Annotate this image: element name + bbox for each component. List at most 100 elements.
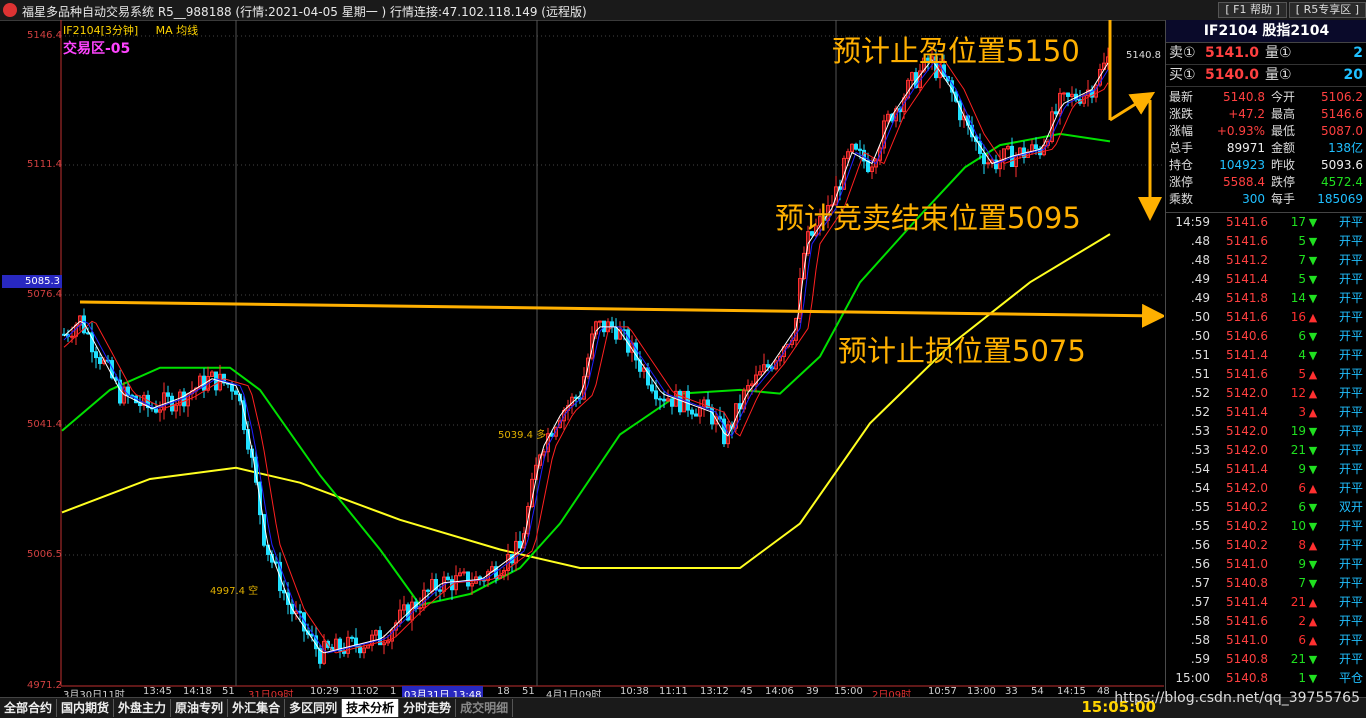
stat-row: 持仓 104923 昨收 5093.6 bbox=[1166, 157, 1366, 174]
stat-row: 最新 5140.8 今开 5106.2 bbox=[1166, 89, 1366, 106]
arrow-down-icon: ▼ bbox=[1308, 292, 1318, 305]
candle-body bbox=[426, 589, 430, 592]
candle-body bbox=[166, 392, 170, 397]
trade-flag: 开平 bbox=[1338, 329, 1363, 343]
x-axis-label: 14:15 bbox=[1057, 686, 1086, 697]
stat-value: 5146.6 bbox=[1321, 107, 1363, 121]
bid-qty-label: 量① bbox=[1265, 67, 1292, 83]
bid-row[interactable]: 买① 5140.0 量① 20 bbox=[1166, 65, 1366, 87]
candle-body bbox=[650, 384, 654, 392]
trade-volume: 5 bbox=[1298, 367, 1306, 381]
tab-2[interactable]: 外盘主力 bbox=[114, 699, 172, 717]
candle-body bbox=[982, 152, 986, 165]
stat-value: 5140.8 bbox=[1223, 90, 1265, 104]
trade-row: .53 5142.0 19 ▼ 开平 bbox=[1166, 422, 1366, 441]
trade-time: .50 bbox=[1190, 329, 1210, 343]
trade-price: 5141.4 bbox=[1226, 348, 1268, 362]
arrow-down-icon: ▼ bbox=[1308, 254, 1318, 267]
ask-row[interactable]: 卖① 5141.0 量① 2 bbox=[1166, 43, 1366, 65]
trade-flag: 开平 bbox=[1338, 386, 1363, 400]
tab-7[interactable]: 分时走势 bbox=[399, 699, 457, 717]
trade-price: 5141.0 bbox=[1226, 557, 1268, 571]
candle-body bbox=[466, 571, 470, 587]
tab-5[interactable]: 多区同列 bbox=[285, 699, 343, 717]
trade-price: 5140.8 bbox=[1226, 576, 1268, 590]
stat-key: 涨停 bbox=[1169, 175, 1194, 189]
trade-flag: 开平 bbox=[1338, 519, 1363, 533]
tick-trades-list: 14:59 5141.6 17 ▼ 开平 .48 5141.6 5 ▼ 开平 .48… bbox=[1166, 212, 1366, 688]
trade-flag: 开平 bbox=[1338, 310, 1363, 324]
r5-zone-button[interactable]: [ R5专享区 ] bbox=[1288, 2, 1366, 18]
candle-body bbox=[214, 371, 218, 391]
stat-row: 涨跌 +47.2 最高 5146.6 bbox=[1166, 106, 1366, 123]
trade-time: .50 bbox=[1190, 310, 1210, 324]
trade-time: .51 bbox=[1190, 367, 1210, 381]
trade-flag: 开平 bbox=[1338, 291, 1363, 305]
arrow-up-icon: ▲ bbox=[1308, 387, 1318, 400]
candle-body bbox=[438, 589, 442, 592]
arrow-up-icon: ▲ bbox=[1308, 615, 1318, 628]
trade-row: .56 5140.2 8 ▲ 开平 bbox=[1166, 536, 1366, 555]
x-axis-label: 11:02 bbox=[350, 686, 379, 697]
trade-row: .48 5141.2 7 ▼ 开平 bbox=[1166, 251, 1366, 270]
quote-panel: IF2104 股指2104 卖① 5141.0 量① 2 买① 5140.0 量… bbox=[1165, 20, 1366, 696]
trade-flag: 开平 bbox=[1338, 367, 1363, 381]
tab-8[interactable]: 成交明细 bbox=[456, 699, 514, 717]
tab-1[interactable]: 国内期货 bbox=[57, 699, 115, 717]
trade-price: 5141.4 bbox=[1226, 272, 1268, 286]
tab-3[interactable]: 原油专列 bbox=[171, 699, 229, 717]
trade-time: .55 bbox=[1190, 500, 1210, 514]
candle-body bbox=[154, 408, 158, 413]
stat-value: 89971 bbox=[1226, 141, 1265, 155]
trade-price: 5140.8 bbox=[1226, 652, 1268, 666]
candle-body bbox=[350, 636, 354, 639]
trade-time: .52 bbox=[1190, 386, 1210, 400]
trade-volume: 8 bbox=[1298, 538, 1306, 552]
trade-flag: 开平 bbox=[1338, 652, 1363, 666]
trade-flag: 开平 bbox=[1338, 462, 1363, 476]
trade-flag: 开平 bbox=[1338, 348, 1363, 362]
arrow-down-icon: ▼ bbox=[1308, 330, 1318, 343]
ask-price: 5141.0 bbox=[1205, 45, 1260, 61]
trade-price: 5141.8 bbox=[1226, 291, 1268, 305]
y-axis-label: 4971.2 bbox=[27, 680, 62, 691]
trade-row: .57 5140.8 7 ▼ 开平 bbox=[1166, 574, 1366, 593]
arrow-down-icon: ▼ bbox=[1308, 216, 1318, 229]
stat-value: 104923 bbox=[1219, 158, 1265, 172]
trade-volume: 12 bbox=[1290, 386, 1306, 400]
last-price-tag: 5140.8 bbox=[1126, 50, 1161, 61]
x-axis-label: 39 bbox=[806, 686, 819, 697]
trade-price: 5142.0 bbox=[1226, 424, 1268, 438]
candle-body bbox=[234, 390, 238, 395]
tab-0[interactable]: 全部合约 bbox=[0, 699, 58, 717]
arrow-up-icon: ▲ bbox=[1308, 482, 1318, 495]
candle-body bbox=[662, 398, 666, 402]
x-axis-label: 13:12 bbox=[700, 686, 729, 697]
trade-flag: 平仓 bbox=[1338, 671, 1363, 685]
stat-key: 涨幅 bbox=[1169, 124, 1194, 138]
trade-flag: 开平 bbox=[1338, 443, 1363, 457]
trade-volume: 14 bbox=[1290, 291, 1306, 305]
trade-time: .51 bbox=[1190, 348, 1210, 362]
stop-loss-arrow bbox=[79, 300, 1164, 328]
trade-volume: 21 bbox=[1290, 652, 1306, 666]
candle-body bbox=[446, 576, 450, 581]
candle-body bbox=[610, 321, 614, 328]
stat-value: 5106.2 bbox=[1321, 90, 1363, 104]
take-profit-annotation: 预计止盈位置5150 bbox=[832, 34, 1080, 68]
candle-body bbox=[418, 607, 422, 610]
tab-6[interactable]: 技术分析 bbox=[342, 699, 400, 717]
trade-volume: 9 bbox=[1298, 462, 1306, 476]
trade-time: .59 bbox=[1190, 652, 1210, 666]
stat-value: 4572.4 bbox=[1321, 175, 1363, 189]
help-button[interactable]: [ F1 帮助 ] bbox=[1218, 2, 1287, 18]
trade-price: 5140.2 bbox=[1226, 500, 1268, 514]
tab-4[interactable]: 外汇集合 bbox=[228, 699, 286, 717]
trade-row: .51 5141.4 4 ▼ 开平 bbox=[1166, 346, 1366, 365]
x-axis-label: 10:29 bbox=[310, 686, 339, 697]
x-axis-label: 14:06 bbox=[765, 686, 794, 697]
candle-body bbox=[766, 364, 770, 368]
trade-flag: 开平 bbox=[1338, 633, 1363, 647]
y-axis-label: 5076.4 bbox=[27, 289, 62, 300]
trade-volume: 21 bbox=[1290, 595, 1306, 609]
